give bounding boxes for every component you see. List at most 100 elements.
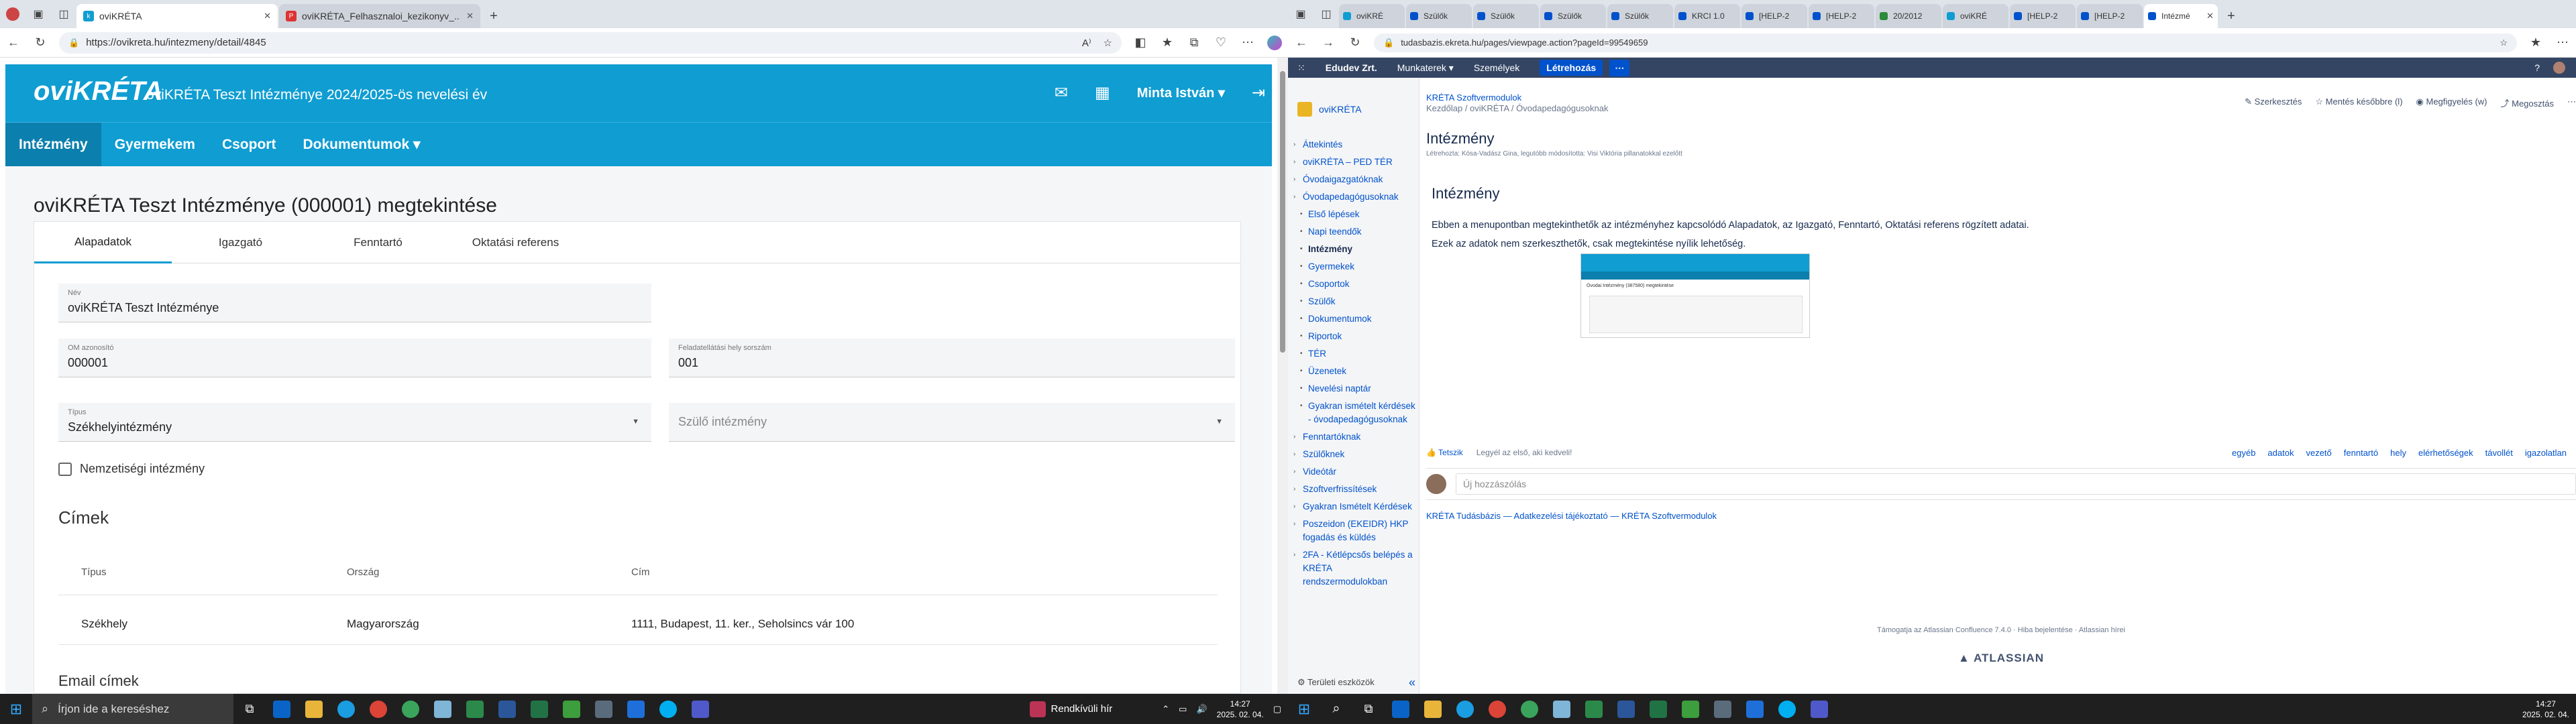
- site-number-field[interactable]: Feladatellátási hely sorszám 001: [669, 339, 1235, 377]
- excel-icon[interactable]: [523, 694, 555, 724]
- app-icon[interactable]: [1578, 694, 1610, 724]
- app-icon[interactable]: [1674, 694, 1707, 724]
- favorites-icon[interactable]: ★: [2522, 29, 2549, 56]
- page-label[interactable]: távollét: [2485, 448, 2513, 458]
- favorite-icon[interactable]: ☆: [1104, 37, 1112, 49]
- tab-item[interactable]: Szülők: [1406, 4, 1472, 28]
- user-menu[interactable]: Minta István ▾: [1137, 84, 1225, 101]
- read-aloud-icon[interactable]: A⁾: [1082, 37, 1091, 49]
- avatar[interactable]: [2553, 62, 2565, 74]
- edit-button[interactable]: ✎ Szerkesztés: [2245, 97, 2302, 109]
- workspaces-icon[interactable]: ▣: [1288, 0, 1313, 28]
- more-icon[interactable]: ⋯: [2567, 97, 2576, 109]
- embedded-screenshot[interactable]: Óvodai Intézmény (387580) megtekintése: [1580, 253, 1810, 338]
- watch-button[interactable]: ◉ Megfigyelés (w): [2416, 97, 2487, 109]
- chevron-right-icon[interactable]: ›: [1293, 190, 1295, 204]
- page-label[interactable]: vezető: [2306, 448, 2331, 458]
- save-for-later-button[interactable]: ☆ Mentés későbbre (l): [2315, 97, 2402, 109]
- sidebar-item[interactable]: • Gyermekek: [1293, 260, 1418, 274]
- calendar-icon[interactable]: ▦: [1095, 83, 1110, 103]
- tab-item[interactable]: [HELP-2: [1741, 4, 1807, 28]
- page-label[interactable]: fenntartó: [2344, 448, 2378, 458]
- bullet-icon[interactable]: •: [1300, 243, 1303, 256]
- tab-item[interactable]: Szülők: [1540, 4, 1606, 28]
- calculator-icon[interactable]: [588, 694, 620, 724]
- chevron-right-icon[interactable]: ›: [1293, 156, 1295, 169]
- tab-item[interactable]: Szülők: [1473, 4, 1539, 28]
- file-explorer-icon[interactable]: [1417, 694, 1449, 724]
- sidebar-item[interactable]: › 2FA - Kétlépcsős belépés a KRÉTA rendsz…: [1293, 548, 1418, 589]
- sidebar-item[interactable]: • Intézmény: [1293, 243, 1418, 256]
- chevron-right-icon[interactable]: ›: [1293, 548, 1295, 562]
- mail-icon[interactable]: ✉: [1055, 83, 1068, 103]
- table-row[interactable]: Székhely Magyarország 1111, Budapest, 11…: [58, 617, 1218, 631]
- sidebar-item[interactable]: › oviKRÉTA – PED TÉR: [1293, 156, 1418, 169]
- clock[interactable]: 14:27 2025. 02. 04.: [1217, 699, 1264, 720]
- sidebar-item[interactable]: › Fenntartóknak: [1293, 430, 1418, 444]
- nationality-checkbox[interactable]: Nemzetiségi intézmény: [58, 462, 205, 476]
- sidebar-item[interactable]: • Szülők: [1293, 295, 1418, 308]
- tab-actions-icon[interactable]: ◫: [51, 0, 76, 28]
- tab-item[interactable]: oviKRÉ: [1339, 4, 1405, 28]
- sidebar-item[interactable]: › Óvodaigazgatóknak: [1293, 173, 1418, 186]
- chevron-right-icon[interactable]: ›: [1293, 483, 1295, 496]
- chevron-right-icon[interactable]: ›: [1293, 448, 1295, 461]
- split-screen-icon[interactable]: ◧: [1127, 29, 1154, 56]
- tab-item[interactable]: KRCI 1.0: [1674, 4, 1740, 28]
- app-icon[interactable]: [1546, 694, 1578, 724]
- spaces-menu[interactable]: Munkaterek ▾: [1397, 62, 1454, 74]
- defender-icon[interactable]: [1739, 694, 1771, 724]
- tab-alapadatok[interactable]: Alapadatok: [34, 222, 172, 263]
- bullet-icon[interactable]: •: [1300, 295, 1303, 308]
- clock[interactable]: 14:27 2025. 02. 04.: [2522, 699, 2569, 720]
- page-label[interactable]: hely: [2390, 448, 2406, 458]
- new-tab-button[interactable]: +: [2219, 4, 2243, 28]
- teams-icon[interactable]: [684, 694, 716, 724]
- skype-icon[interactable]: [652, 694, 684, 724]
- copilot-icon[interactable]: [1261, 29, 1288, 56]
- parent-institution-select[interactable]: Szülő intézmény ▼: [669, 403, 1235, 442]
- more-icon[interactable]: ⋯: [1234, 29, 1261, 56]
- taskbar-search[interactable]: ⌕ Írjon ide a kereséshez: [32, 694, 233, 724]
- sidebar-item[interactable]: • Dokumentumok: [1293, 312, 1418, 326]
- task-view-icon[interactable]: ⧉: [1352, 694, 1385, 724]
- help-icon[interactable]: ?: [2534, 62, 2540, 73]
- page-label[interactable]: adatok: [2267, 448, 2294, 458]
- app-icon[interactable]: [1513, 694, 1546, 724]
- type-select[interactable]: Típus Székhelyintézmény ▼: [58, 403, 651, 442]
- page-scrollbar[interactable]: [1277, 58, 1288, 694]
- file-explorer-icon[interactable]: [298, 694, 330, 724]
- tab-item[interactable]: [HELP-2: [1809, 4, 1874, 28]
- chevron-right-icon[interactable]: ›: [1293, 173, 1295, 186]
- news-widget[interactable]: Rendkívüli hír: [1029, 701, 1112, 717]
- tab-item[interactable]: 20/2012: [1876, 4, 1941, 28]
- bullet-icon[interactable]: •: [1300, 225, 1303, 239]
- chevron-right-icon[interactable]: ›: [1293, 518, 1295, 531]
- nav-intezmeny[interactable]: Intézmény: [5, 122, 101, 167]
- site-name[interactable]: Edudev Zrt.: [1326, 62, 1377, 73]
- page-footer-links[interactable]: KRÉTA Tudásbázis — Adatkezelési tájékozt…: [1426, 511, 1717, 521]
- chevron-right-icon[interactable]: ›: [1293, 465, 1295, 479]
- page-label[interactable]: elérhetőségek: [2418, 448, 2473, 458]
- calculator-icon[interactable]: [1707, 694, 1739, 724]
- tab-item[interactable]: [HELP-2: [2010, 4, 2076, 28]
- page-label[interactable]: igazolatlan: [2525, 448, 2567, 458]
- word-icon[interactable]: [491, 694, 523, 724]
- reload-icon[interactable]: ↻: [1342, 29, 1368, 56]
- checkbox-box[interactable]: [58, 462, 72, 476]
- search-icon[interactable]: ⌕: [1320, 694, 1352, 724]
- favorites-icon[interactable]: ★: [1154, 29, 1181, 56]
- sidebar-item[interactable]: › Szülőknek: [1293, 448, 1418, 461]
- sidebar-item[interactable]: • Riportok: [1293, 330, 1418, 343]
- notification-icon[interactable]: ▢: [1273, 704, 1281, 715]
- close-icon[interactable]: ✕: [2206, 11, 2214, 21]
- bullet-icon[interactable]: •: [1300, 278, 1303, 291]
- workspaces-icon[interactable]: ▣: [25, 0, 51, 28]
- logout-icon[interactable]: ⇥: [1252, 83, 1265, 103]
- favorite-icon[interactable]: ☆: [2500, 38, 2508, 48]
- sidebar-item[interactable]: › Gyakran Ismételt Kérdések: [1293, 500, 1418, 514]
- edge-icon[interactable]: [330, 694, 362, 724]
- sidebar-item[interactable]: • Gyakran ismételt kérdések - óvodapedagó…: [1293, 400, 1418, 426]
- tab-fenntarto[interactable]: Fenntartó: [309, 222, 447, 263]
- nav-gyermekem[interactable]: Gyermekem: [101, 123, 209, 167]
